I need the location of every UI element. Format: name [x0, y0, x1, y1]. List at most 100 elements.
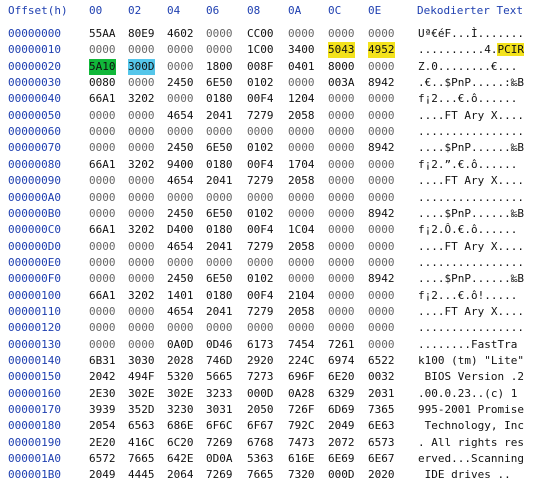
hex-word[interactable]: 66A1 [89, 222, 116, 238]
hex-word[interactable]: 0000 [328, 288, 355, 304]
hex-row[interactable]: 00000020 5A10 300D 0000 1800 008F 0401 8000 0000… [0, 58, 555, 75]
hex-word[interactable]: 0000 [167, 320, 194, 336]
hex-word[interactable]: 0000 [89, 239, 116, 255]
hex-word[interactable]: 0000 [128, 190, 155, 206]
hex-word[interactable]: 2104 [288, 288, 315, 304]
hex-word[interactable]: 0000 [167, 255, 194, 271]
decoded-text[interactable]: ................ [418, 320, 524, 336]
hex-word[interactable]: 0000 [167, 190, 194, 206]
hex-word[interactable]: 7273 [247, 369, 274, 385]
decoded-text[interactable]: ..........4.PCIR [418, 42, 524, 58]
hex-word[interactable]: 000D [247, 386, 274, 402]
hex-word[interactable]: 3202 [128, 157, 155, 173]
hex-word[interactable]: 0A0D [167, 337, 194, 353]
hex-word[interactable]: 0102 [247, 75, 274, 91]
decoded-text[interactable]: f¡2...€.ô...... [418, 91, 517, 107]
hex-word[interactable]: 0000 [328, 304, 355, 320]
hex-word[interactable]: 0000 [128, 124, 155, 140]
hex-word[interactable]: 0000 [89, 255, 116, 271]
hex-word[interactable]: 0000 [328, 91, 355, 107]
hex-word[interactable]: 4952 [368, 42, 395, 59]
hex-row[interactable]: 00000080 66A1 3202 9400 0180 00F4 1704 0000 0000… [0, 157, 555, 173]
hex-word[interactable]: 0000 [288, 140, 315, 156]
hex-word[interactable]: 0000 [368, 124, 395, 140]
hex-word[interactable]: 2041 [206, 239, 233, 255]
hex-word[interactable]: 7454 [288, 337, 315, 353]
hex-word[interactable]: 0000 [128, 255, 155, 271]
hex-word[interactable]: 7473 [288, 435, 315, 451]
hex-word[interactable]: 2058 [288, 173, 315, 189]
hex-word[interactable]: 3031 [206, 402, 233, 418]
hex-word[interactable]: 0000 [247, 255, 274, 271]
hex-word[interactable]: 1204 [288, 91, 315, 107]
hex-word[interactable]: 0A28 [288, 386, 315, 402]
hex-word[interactable]: 0000 [206, 42, 233, 58]
hex-word[interactable]: 6E50 [206, 140, 233, 156]
hex-row[interactable]: 00000120 0000 0000 0000 0000 0000 0000 0000 0000… [0, 320, 555, 336]
hex-word[interactable]: 4654 [167, 108, 194, 124]
hex-word[interactable]: 0000 [89, 337, 116, 353]
decoded-text[interactable]: erved...Scanning [418, 451, 524, 467]
hex-word[interactable]: 66A1 [89, 157, 116, 173]
hex-editor-view[interactable]: Offset(h) 00 02 04 06 08 0A 0C 0E Dekodi… [0, 0, 555, 481]
hex-word[interactable]: 0000 [89, 320, 116, 336]
hex-word[interactable]: 352D [128, 402, 155, 418]
hex-word[interactable]: 0000 [328, 239, 355, 255]
hex-word[interactable]: 0000 [328, 124, 355, 140]
hex-word[interactable]: 7269 [206, 435, 233, 451]
hex-word[interactable]: 00F4 [247, 91, 274, 107]
hex-word[interactable]: 0000 [288, 124, 315, 140]
hex-row[interactable]: 00000170 3939 352D 3230 3031 2050 726F 6D69 7365… [0, 402, 555, 418]
hex-word[interactable]: 0000 [328, 271, 355, 287]
decoded-text[interactable]: ....$PnP......‰B [418, 206, 524, 222]
decoded-text[interactable]: ................ [418, 124, 524, 140]
hex-word[interactable]: 300D [128, 58, 155, 75]
hex-word[interactable]: 2041 [206, 108, 233, 124]
hex-word[interactable]: 0000 [89, 304, 116, 320]
hex-row[interactable]: 00000130 0000 0000 0A0D 0D46 6173 7454 7261 0000… [0, 337, 555, 353]
hex-word[interactable]: 0000 [328, 190, 355, 206]
hex-word[interactable]: 1401 [167, 288, 194, 304]
hex-word[interactable]: 0180 [206, 288, 233, 304]
hex-word[interactable]: 6E50 [206, 206, 233, 222]
hex-row[interactable]: 00000010 0000 0000 0000 0000 1C00 3400 5043 4952… [0, 42, 555, 59]
hex-word[interactable]: 6573 [368, 435, 395, 451]
hex-word[interactable]: 000D [328, 467, 355, 483]
decoded-text[interactable]: ................ [418, 190, 524, 206]
hex-word[interactable]: 0000 [128, 75, 155, 91]
hex-word[interactable]: 726F [288, 402, 315, 418]
hex-row[interactable]: 00000090 0000 0000 4654 2041 7279 2058 0000 0000… [0, 173, 555, 189]
hex-word[interactable]: 6974 [328, 353, 355, 369]
hex-word[interactable]: 0000 [368, 288, 395, 304]
hex-word[interactable]: 0000 [206, 320, 233, 336]
hex-row[interactable]: 000000C0 66A1 3202 D400 0180 00F4 1C04 0000 0000… [0, 222, 555, 238]
hex-row[interactable]: 00000110 0000 0000 4654 2041 7279 2058 0000 0000… [0, 304, 555, 320]
hex-word[interactable]: 8942 [368, 75, 395, 91]
hex-word[interactable]: 792C [288, 418, 315, 434]
hex-word[interactable]: 0000 [247, 190, 274, 206]
hex-word[interactable]: 6F6C [206, 418, 233, 434]
hex-word[interactable]: 2E30 [89, 386, 116, 402]
hex-word[interactable]: 8942 [368, 140, 395, 156]
hex-word[interactable]: 746D [206, 353, 233, 369]
hex-row[interactable]: 00000100 66A1 3202 1401 0180 00F4 2104 0000 0000… [0, 288, 555, 304]
hex-row[interactable]: 00000050 0000 0000 4654 2041 7279 2058 0000 0000… [0, 108, 555, 124]
hex-word[interactable]: 3202 [128, 288, 155, 304]
hex-word[interactable]: 8942 [368, 206, 395, 222]
hex-row[interactable]: 00000140 6B31 3030 2028 746D 2920 224C 6974 6522… [0, 353, 555, 369]
decoded-text[interactable]: Z.0........€... [418, 59, 517, 75]
hex-row[interactable]: 000001B0 2049 4445 2064 7269 7665 7320 000D 2020… [0, 467, 555, 483]
decoded-text[interactable]: ....$PnP......‰B [418, 140, 524, 156]
decoded-text[interactable]: f¡2.Ô.€.ô...... [418, 222, 517, 238]
hex-word[interactable]: 0000 [328, 255, 355, 271]
hex-word[interactable]: 302E [167, 386, 194, 402]
hex-word[interactable]: 0000 [368, 239, 395, 255]
hex-word[interactable]: 7365 [368, 402, 395, 418]
hex-word[interactable]: 0D0A [206, 451, 233, 467]
hex-word[interactable]: 55AA [89, 26, 116, 42]
hex-word[interactable]: 0000 [328, 157, 355, 173]
hex-word[interactable]: 0000 [128, 239, 155, 255]
hex-word[interactable]: 0000 [128, 271, 155, 287]
hex-word[interactable]: 4654 [167, 173, 194, 189]
hex-word[interactable]: 5320 [167, 369, 194, 385]
